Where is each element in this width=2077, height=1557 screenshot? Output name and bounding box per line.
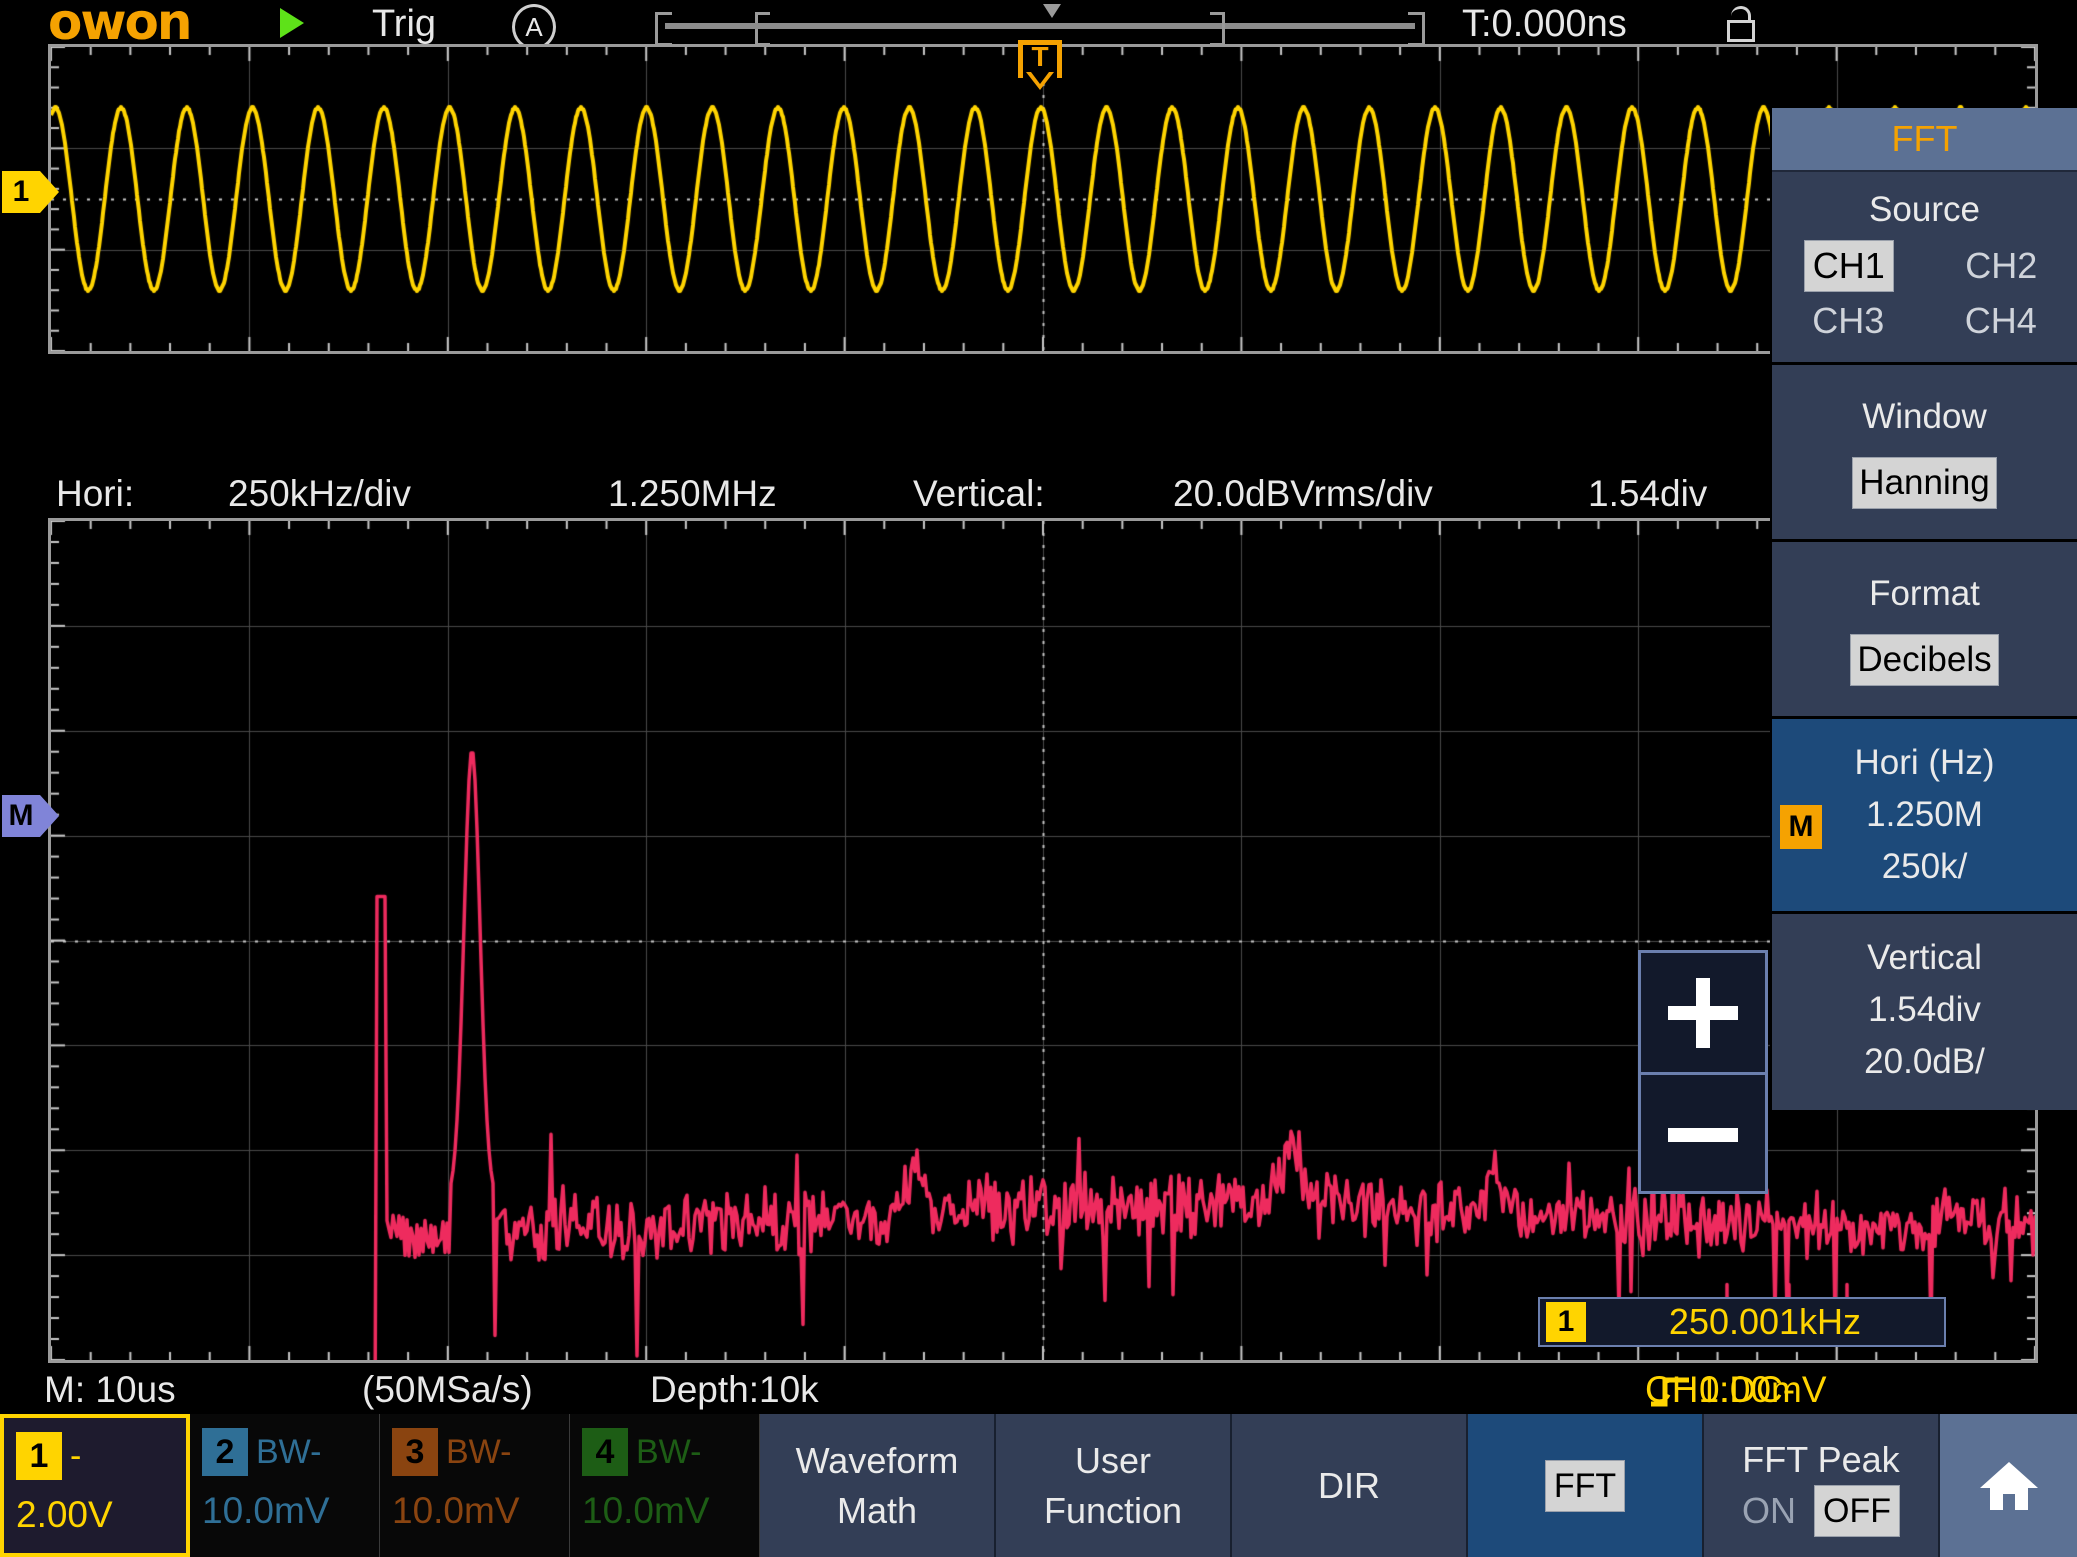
fft-scale-info-strip: Hori: 250kHz/div 1.250MHz Vertical: 20.0… bbox=[48, 470, 2038, 518]
timebase-readout: M: 10us bbox=[44, 1366, 176, 1414]
memory-window-right bbox=[1210, 12, 1225, 46]
source-option-ch2[interactable]: CH2 bbox=[1957, 241, 2045, 291]
fft-button[interactable]: FFT bbox=[1468, 1414, 1704, 1557]
trigger-position-marker[interactable]: T bbox=[1018, 40, 1062, 92]
ch1-number: 1 bbox=[16, 1432, 62, 1480]
oscilloscope-screen: owon Trig A T:0.000ns 1 T Hori: 250kHz/d… bbox=[0, 0, 2077, 1557]
math-position-marker[interactable]: M bbox=[2, 795, 59, 837]
waveform-math-line2: Math bbox=[837, 1486, 917, 1536]
ch1-waveform-trace bbox=[51, 47, 2035, 351]
unlocked-padlock-icon[interactable] bbox=[1727, 6, 1755, 42]
waveform-math-line1: Waveform bbox=[796, 1436, 959, 1486]
zoom-buttons-overlay[interactable] bbox=[1638, 950, 1768, 1194]
bottom-menu-bar: 1 - 2.00V 2 BW- 10.0mV 3 BW- 10.0mV 4 BW… bbox=[0, 1414, 2077, 1557]
window-label: Window bbox=[1772, 391, 2077, 443]
menu-section-vertical[interactable]: Vertical 1.54div 20.0dB/ bbox=[1772, 914, 2077, 1110]
ch1-coupling-readout: CH1:DC-0.00mV bbox=[1645, 1366, 1699, 1414]
frequency-measurement-badge[interactable]: 1 250.001kHz bbox=[1538, 1297, 1946, 1347]
fft-peak-label: FFT Peak bbox=[1742, 1435, 1899, 1485]
fft-display-panel[interactable] bbox=[48, 518, 2038, 1363]
ch2-bw: BW- bbox=[256, 1433, 321, 1472]
hori-label: Hori: bbox=[56, 470, 134, 518]
channel-button-ch3[interactable]: 3 BW- 10.0mV bbox=[380, 1414, 570, 1557]
vertical-label: Vertical: bbox=[913, 470, 1045, 518]
menu-section-source: Source CH1 CH2 CH3 CH4 bbox=[1772, 172, 2077, 365]
format-label: Format bbox=[1772, 568, 2077, 620]
hori-center-value: 1.250MHz bbox=[608, 470, 777, 518]
hori-menu-label: Hori (Hz) bbox=[1772, 737, 2077, 789]
zoom-out-button[interactable] bbox=[1641, 1075, 1765, 1194]
hori-scale-value: 250kHz/div bbox=[228, 470, 411, 518]
memory-track bbox=[665, 23, 1415, 29]
vertical-menu-label: Vertical bbox=[1772, 932, 2077, 984]
ch1-bw: - bbox=[70, 1437, 81, 1476]
ch4-number: 4 bbox=[582, 1428, 628, 1476]
trigger-time-readout: T:0.000ns bbox=[1462, 2, 1627, 46]
source-option-ch3[interactable]: CH3 bbox=[1804, 296, 1892, 346]
source-label: Source bbox=[1772, 184, 2077, 236]
menu-section-hori[interactable]: M Hori (Hz) 1.250M 250k/ bbox=[1772, 719, 2077, 914]
math-marker-badge: M bbox=[1780, 805, 1822, 849]
ch3-number: 3 bbox=[392, 1428, 438, 1476]
dir-button[interactable]: DIR bbox=[1232, 1414, 1468, 1557]
ch1-position-marker[interactable]: 1 bbox=[2, 171, 59, 213]
zoom-in-button[interactable] bbox=[1641, 953, 1765, 1075]
vertical-pos-value: 1.54div bbox=[1588, 470, 1707, 518]
ch4-bw: BW- bbox=[636, 1433, 701, 1472]
ch1-scale: 2.00V bbox=[16, 1494, 113, 1536]
memory-position-caret bbox=[1043, 4, 1061, 18]
ch2-number: 2 bbox=[202, 1428, 248, 1476]
fft-peak-off-option[interactable]: OFF bbox=[1814, 1485, 1900, 1537]
measurement-channel-tag: 1 bbox=[1546, 1302, 1586, 1342]
fft-spectrum-trace bbox=[51, 521, 2035, 1360]
user-function-line1: User bbox=[1075, 1436, 1151, 1486]
memory-window-left bbox=[755, 12, 770, 46]
vertical-scale-value: 20.0dBVrms/div bbox=[1173, 470, 1433, 518]
memory-bracket-right bbox=[1408, 12, 1425, 46]
dir-label: DIR bbox=[1318, 1461, 1380, 1511]
channel-button-ch2[interactable]: 2 BW- 10.0mV bbox=[190, 1414, 380, 1557]
fft-menu-panel[interactable]: FFT Source CH1 CH2 CH3 CH4 Window Hannin… bbox=[1770, 108, 2077, 1110]
ch1-level-text: 0.00mV bbox=[1699, 1366, 1827, 1414]
window-value[interactable]: Hanning bbox=[1852, 457, 1996, 509]
ch3-scale: 10.0mV bbox=[392, 1490, 520, 1532]
user-function-line2: Function bbox=[1044, 1486, 1182, 1536]
vertical-menu-value2: 20.0dB/ bbox=[1772, 1036, 2077, 1088]
sample-rate-readout: (50MSa/s) bbox=[362, 1366, 533, 1414]
trigger-status-label: Trig bbox=[372, 2, 436, 46]
measurement-value: 250.001kHz bbox=[1586, 1301, 1944, 1343]
vertical-menu-value1: 1.54div bbox=[1772, 984, 2077, 1036]
memory-bracket-left bbox=[655, 12, 672, 46]
source-option-ch1[interactable]: CH1 bbox=[1804, 240, 1894, 292]
menu-section-window: Window Hanning bbox=[1772, 365, 2077, 542]
menu-section-format: Format Decibels bbox=[1772, 542, 2077, 719]
menu-title: FFT bbox=[1772, 108, 2077, 172]
channel-button-ch4[interactable]: 4 BW- 10.0mV bbox=[570, 1414, 760, 1557]
ch2-scale: 10.0mV bbox=[202, 1490, 330, 1532]
source-option-ch4[interactable]: CH4 bbox=[1957, 296, 2045, 346]
memory-position-bar[interactable] bbox=[655, 12, 1425, 40]
home-icon bbox=[1978, 1458, 2040, 1514]
home-button[interactable] bbox=[1940, 1414, 2077, 1557]
channel-button-ch1[interactable]: 1 - 2.00V bbox=[0, 1414, 190, 1557]
owon-logo: owon bbox=[48, 0, 191, 46]
fft-peak-button[interactable]: FFT Peak ON OFF bbox=[1704, 1414, 1940, 1557]
ch3-bw: BW- bbox=[446, 1433, 511, 1472]
fft-chip-label: FFT bbox=[1545, 1460, 1625, 1512]
bottom-status-bar: M: 10us (50MSa/s) Depth:10k CH1:DC-0.00m… bbox=[0, 1366, 2077, 1414]
play-icon[interactable] bbox=[280, 8, 304, 38]
user-function-button[interactable]: User Function bbox=[996, 1414, 1232, 1557]
depth-readout: Depth:10k bbox=[650, 1366, 819, 1414]
fft-peak-on-option[interactable]: ON bbox=[1742, 1486, 1796, 1536]
format-value[interactable]: Decibels bbox=[1850, 634, 1998, 686]
waveform-math-button[interactable]: Waveform Math bbox=[760, 1414, 996, 1557]
ch4-scale: 10.0mV bbox=[582, 1490, 710, 1532]
